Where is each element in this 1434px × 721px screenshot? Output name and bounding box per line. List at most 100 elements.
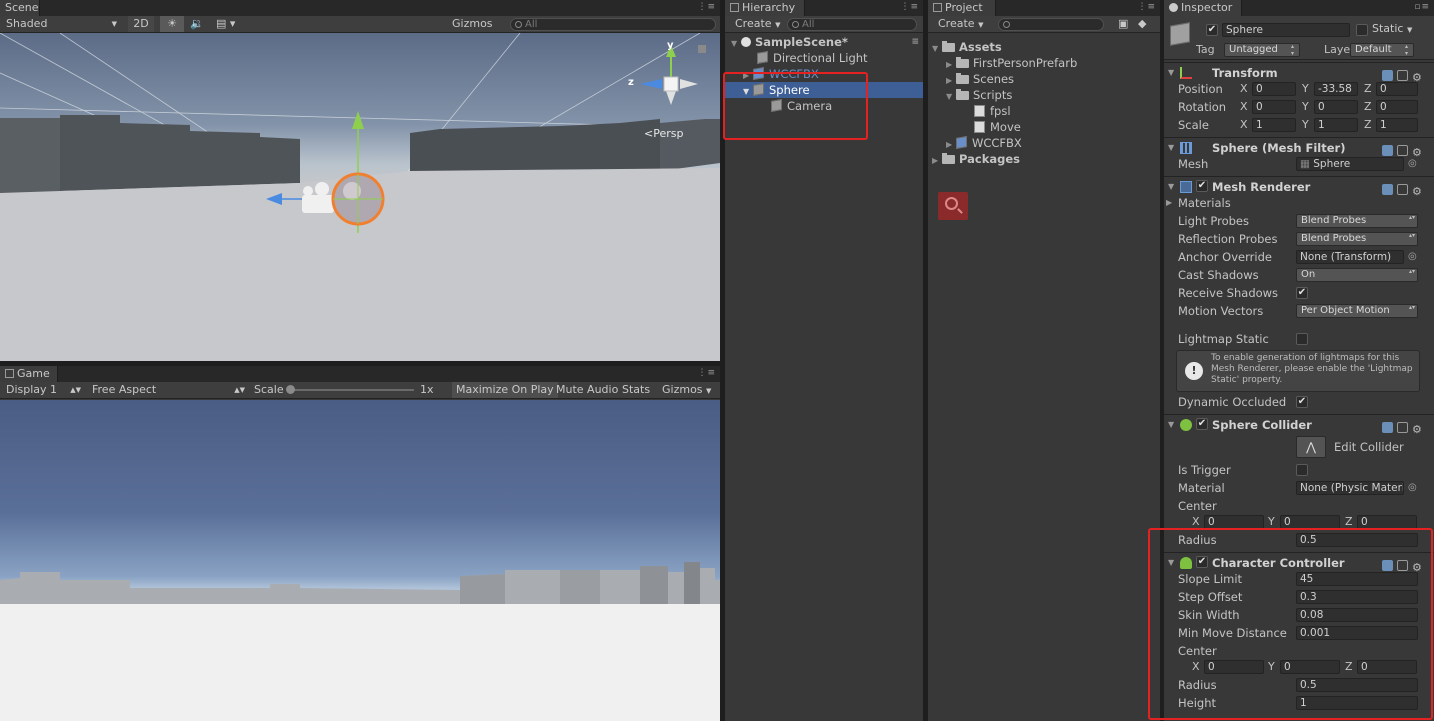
project-item-packages[interactable]: ▶ Packages (928, 151, 1160, 167)
tab-project[interactable]: Project (928, 0, 996, 16)
game-viewport[interactable] (0, 400, 720, 721)
tab-inspector[interactable]: Inspector (1164, 0, 1242, 16)
light-probes-dropdown[interactable]: Blend Probes (1296, 214, 1418, 228)
2d-toggle-button[interactable]: 2D (128, 16, 154, 32)
mesh-filter-header[interactable]: ▼ Sphere (Mesh Filter) ⚙ (1164, 137, 1434, 158)
hierarchy-search-input[interactable]: All (787, 18, 917, 31)
sphere-collider-enabled-checkbox[interactable] (1196, 418, 1208, 430)
project-item-scripts[interactable]: ▼ Scripts (928, 87, 1160, 103)
scale-z[interactable]: 1 (1376, 118, 1418, 132)
collider-material-field[interactable]: None (Physic Material) (1296, 481, 1404, 495)
tag-dropdown[interactable]: Untagged (1224, 43, 1300, 57)
mesh-field[interactable]: ▦ Sphere (1296, 157, 1404, 171)
persp-label[interactable]: <Persp (644, 127, 683, 140)
scene-menu-icon[interactable]: ≡ (911, 34, 919, 50)
controller-center-x[interactable]: 0 (1204, 660, 1264, 674)
object-active-checkbox[interactable] (1206, 24, 1218, 36)
controller-height-field[interactable]: 1 (1296, 696, 1418, 710)
shading-mode-dropdown[interactable]: Shaded ▼ (2, 16, 120, 32)
slope-limit-field[interactable]: 45 (1296, 572, 1418, 586)
dynamic-occluded-checkbox[interactable] (1296, 396, 1308, 408)
hierarchy-item-sphere[interactable]: ▼ Sphere (725, 82, 923, 98)
position-y[interactable]: -33.58 (1314, 82, 1358, 96)
magnifier-overlay-icon[interactable] (938, 192, 968, 220)
project-item-wccfbx[interactable]: ▶ WCCFBX (928, 135, 1160, 151)
panel-menu-icon[interactable]: ⋮≡ (697, 2, 716, 12)
transform-header[interactable]: ▼ Transform ⚙ (1164, 62, 1434, 83)
scale-slider-thumb[interactable] (286, 385, 295, 394)
aspect-dropdown[interactable]: Free Aspect ▲▼ (88, 382, 248, 398)
project-item-firstpersonprefarb[interactable]: ▶ FirstPersonPrefarb (928, 55, 1160, 71)
receive-shadows-checkbox[interactable] (1296, 287, 1308, 299)
display-dropdown[interactable]: Display 1 ▲▼ (2, 382, 84, 398)
filter-label-icon[interactable]: ◆ (1134, 16, 1150, 32)
panel-menu-icon[interactable]: ⋮≡ (900, 2, 919, 12)
lock-icon[interactable]: ▫≡ (1414, 2, 1430, 12)
sphere-collider-header[interactable]: ▼ Sphere Collider ⚙ (1164, 414, 1434, 435)
tab-hierarchy[interactable]: Hierarchy (725, 0, 805, 16)
component-tools[interactable]: ⚙ (1378, 181, 1428, 197)
gizmos-dropdown[interactable]: Gizmos ▼ (448, 16, 504, 45)
component-tools[interactable]: ⚙ (1378, 142, 1428, 158)
mesh-renderer-enabled-checkbox[interactable] (1196, 180, 1208, 192)
mute-audio-button[interactable]: Mute Audio (552, 382, 622, 398)
step-offset-field[interactable]: 0.3 (1296, 590, 1418, 604)
panel-menu-icon[interactable]: ⋮≡ (1137, 2, 1156, 12)
controller-radius-field[interactable]: 0.5 (1296, 678, 1418, 692)
component-tools[interactable]: ⚙ (1378, 67, 1428, 83)
lightmap-static-checkbox[interactable] (1296, 333, 1308, 345)
static-dropdown[interactable]: Static ▼ (1372, 22, 1412, 35)
materials-row[interactable]: ▶ Materials (1164, 194, 1434, 212)
scene-root-row[interactable]: ▼ SampleScene* ≡ (725, 34, 923, 50)
game-gizmos-dropdown[interactable]: Gizmos ▼ (658, 382, 715, 398)
hierarchy-item-wccfbx[interactable]: ▶ WCCFBX (725, 66, 923, 82)
cast-shadows-dropdown[interactable]: On (1296, 268, 1418, 282)
motion-vectors-dropdown[interactable]: Per Object Motion (1296, 304, 1418, 318)
character-controller-header[interactable]: ▼ Character Controller ⚙ (1164, 552, 1434, 573)
collider-center-z[interactable]: 0 (1357, 515, 1417, 529)
position-x[interactable]: 0 (1252, 82, 1296, 96)
panel-menu-icon[interactable]: ⋮≡ (697, 368, 716, 378)
hierarchy-item-directional-light[interactable]: Directional Light (725, 50, 923, 66)
tab-scene[interactable]: Scene (0, 0, 40, 16)
hierarchy-item-camera[interactable]: Camera (725, 98, 923, 114)
scene-viewport[interactable]: y z <Persp (0, 33, 720, 361)
reflection-probes-dropdown[interactable]: Blend Probes (1296, 232, 1418, 246)
project-item-move[interactable]: Move (928, 119, 1160, 135)
position-z[interactable]: 0 (1376, 82, 1418, 96)
controller-center-y[interactable]: 0 (1280, 660, 1340, 674)
collider-center-x[interactable]: 0 (1204, 515, 1264, 529)
skin-width-field[interactable]: 0.08 (1296, 608, 1418, 622)
hierarchy-create-dropdown[interactable]: Create ▼ (731, 16, 784, 32)
component-tools[interactable]: ⚙ (1378, 419, 1428, 435)
filter-type-icon[interactable]: ▣ (1114, 16, 1132, 32)
controller-center-z[interactable]: 0 (1357, 660, 1417, 674)
rotation-y[interactable]: 0 (1314, 100, 1358, 114)
object-name-field[interactable]: Sphere (1222, 23, 1350, 37)
collider-radius-field[interactable]: 0.5 (1296, 533, 1418, 547)
object-picker-icon[interactable]: ◎ (1408, 479, 1417, 497)
object-picker-icon[interactable]: ◎ (1408, 248, 1417, 266)
tab-game[interactable]: Game (0, 366, 58, 382)
stats-button[interactable]: Stats (618, 382, 654, 398)
static-checkbox[interactable] (1356, 24, 1368, 36)
object-picker-icon[interactable]: ◎ (1408, 155, 1417, 173)
is-trigger-checkbox[interactable] (1296, 464, 1308, 476)
mesh-renderer-header[interactable]: ▼ Mesh Renderer ⚙ (1164, 176, 1434, 197)
project-item-fpsl[interactable]: fpsl (928, 103, 1160, 119)
project-create-dropdown[interactable]: Create ▼ (934, 16, 987, 32)
effects-toggle-icon[interactable]: ▤ ▾ (212, 16, 248, 32)
project-item-scenes[interactable]: ▶ Scenes (928, 71, 1160, 87)
audio-toggle-icon[interactable]: 🔉 (186, 16, 208, 32)
scale-slider[interactable] (286, 385, 414, 394)
scene-search-input[interactable]: All (510, 18, 716, 31)
character-controller-enabled-checkbox[interactable] (1196, 556, 1208, 568)
project-search-input[interactable] (998, 18, 1104, 31)
component-tools[interactable]: ⚙ (1378, 557, 1428, 573)
collider-center-y[interactable]: 0 (1280, 515, 1340, 529)
min-move-distance-field[interactable]: 0.001 (1296, 626, 1418, 640)
lighting-toggle-icon[interactable]: ☀ (160, 16, 184, 32)
anchor-override-field[interactable]: None (Transform) (1296, 250, 1404, 264)
edit-collider-button[interactable]: ⋀ (1296, 436, 1326, 458)
layer-dropdown[interactable]: Default (1350, 43, 1414, 57)
